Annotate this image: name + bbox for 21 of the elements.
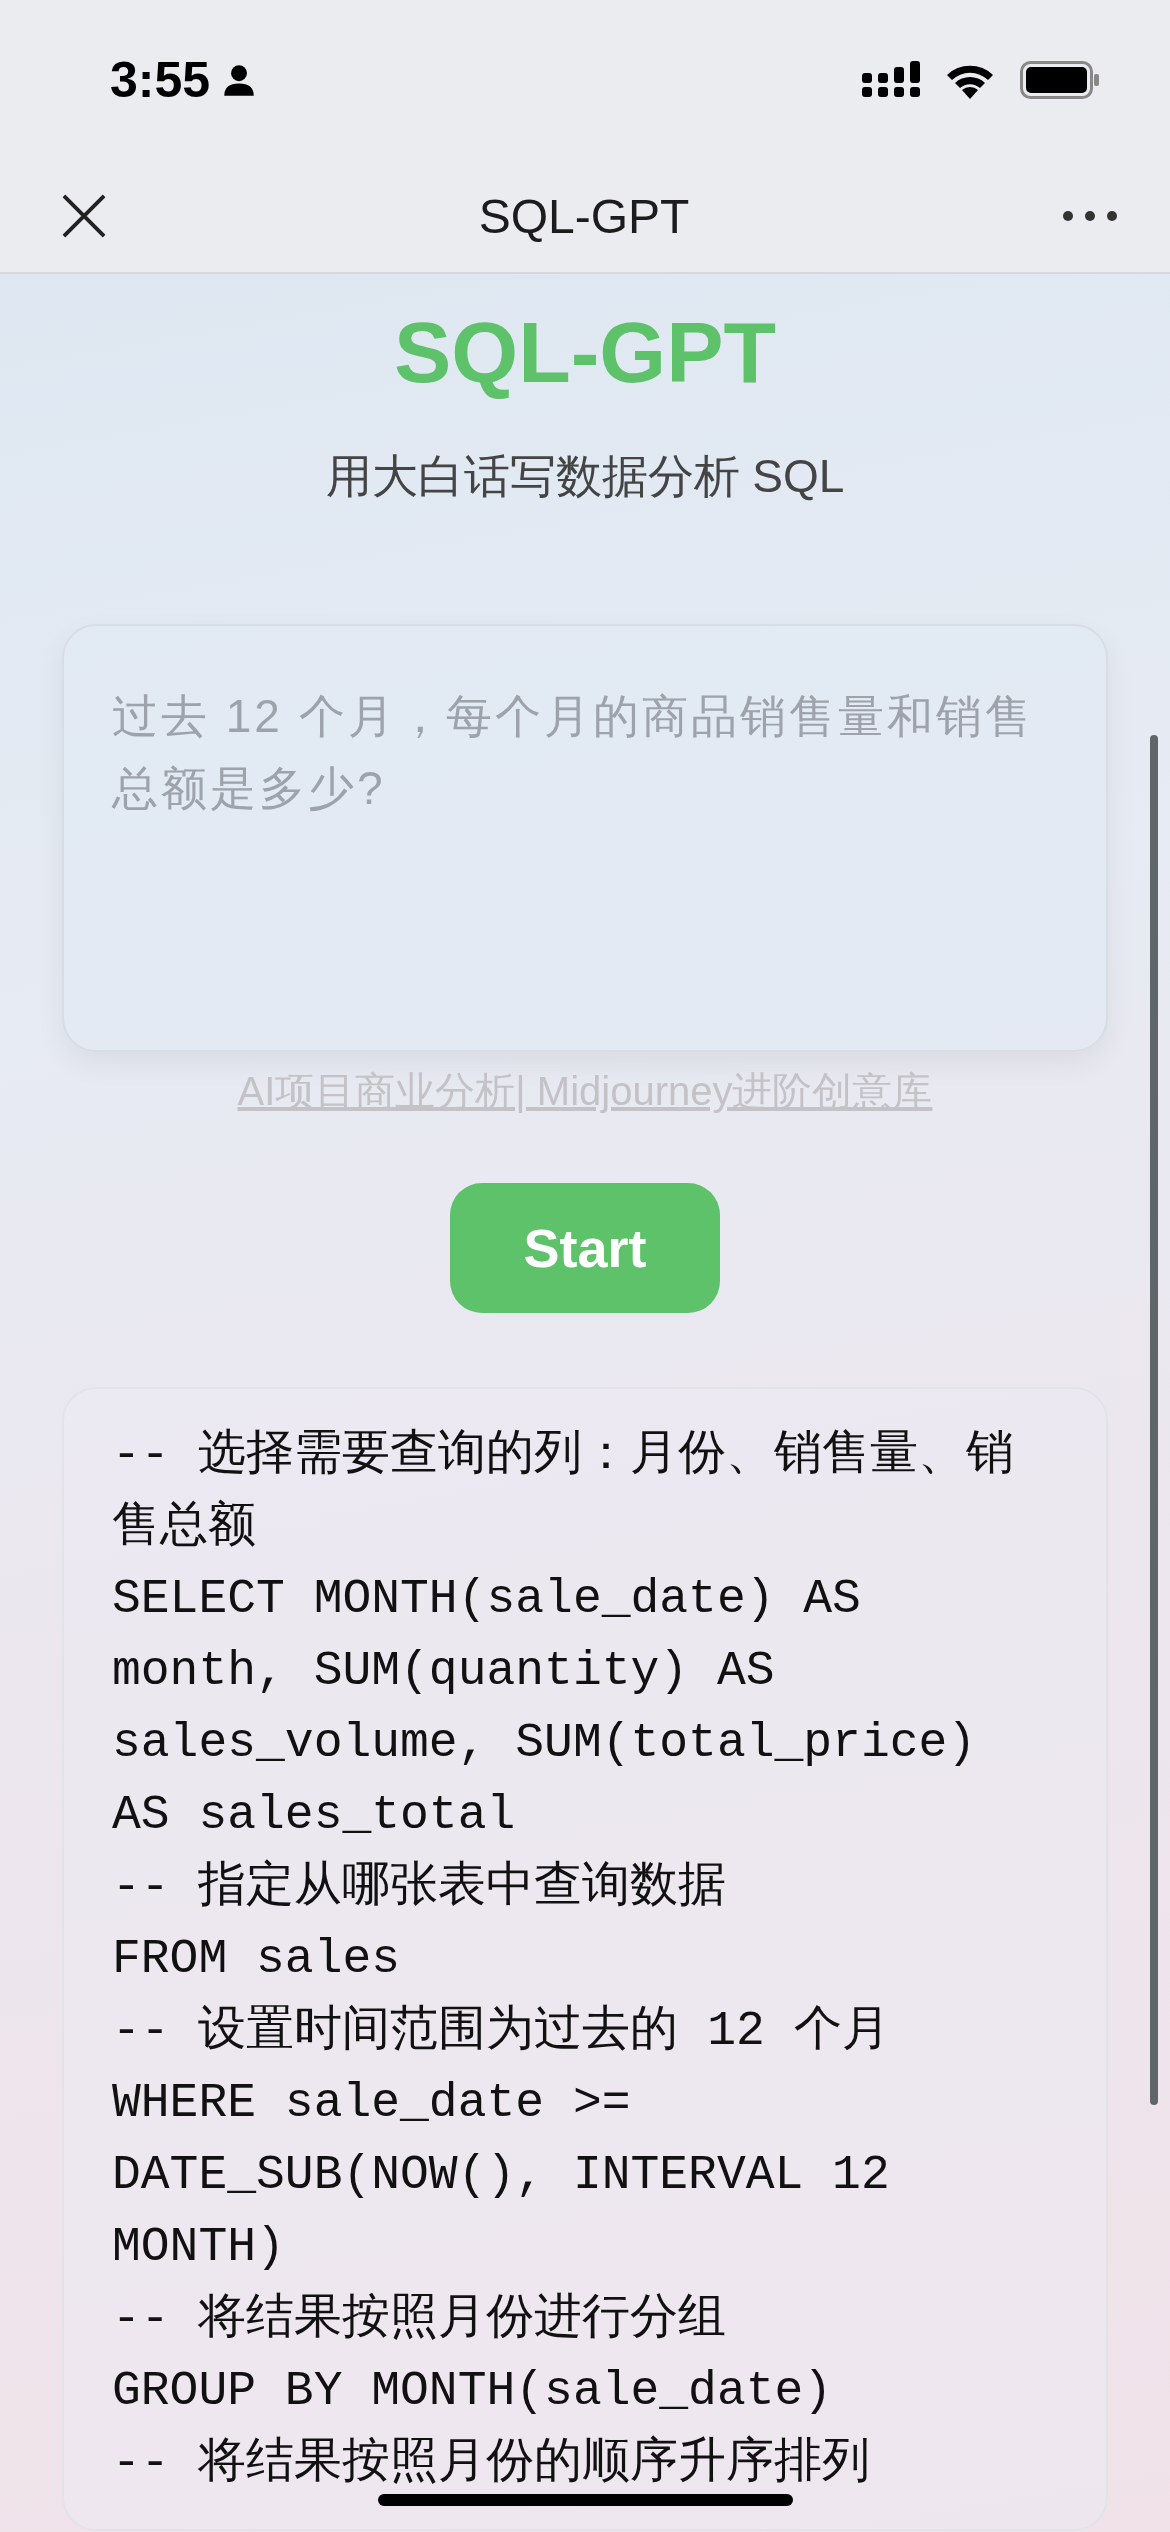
app-subtitle: 用大白话写数据分析 SQL <box>325 449 845 504</box>
scrollbar[interactable] <box>1150 735 1158 2105</box>
person-icon <box>222 62 257 98</box>
code-line: SELECT MONTH(sale_date) AS month, SUM(quantity) AS sales_volume, SUM(total_price) AS sales_total <box>112 1572 978 1842</box>
code-line: -- 将结果按照月份进行分组 <box>112 2292 727 2346</box>
code-line: FROM sales <box>112 1932 401 1986</box>
code-line: -- 选择需要查询的列：月份、销售量、销售总额 <box>112 1428 1015 1554</box>
signal-icon <box>862 61 920 99</box>
start-button[interactable]: Start <box>450 1183 720 1313</box>
code-line: -- 设置时间范围为过去的 12 个月 <box>112 2004 890 2058</box>
nav-title: SQL-GPT <box>478 188 690 244</box>
close-icon[interactable] <box>62 194 106 238</box>
app-title: SQL-GPT <box>393 303 777 402</box>
query-field[interactable]: 过去 12 个月，每个月的商品销售量和销售总额是多少? <box>62 624 1108 1052</box>
code-line: -- 将结果按照月份的顺序升序排列 <box>112 2436 871 2490</box>
code-line: WHERE sale_date >= DATE_SUB(NOW(), INTERVAL 12 MONTH) <box>112 2076 891 2274</box>
code-line: -- 指定从哪张表中查询数据 <box>112 1860 727 1914</box>
status-time: 3:55 <box>110 51 211 109</box>
code-line: GROUP BY MONTH(sale_date) <box>112 2364 833 2418</box>
battery-icon <box>1020 61 1100 99</box>
more-icon[interactable] <box>1062 210 1118 222</box>
